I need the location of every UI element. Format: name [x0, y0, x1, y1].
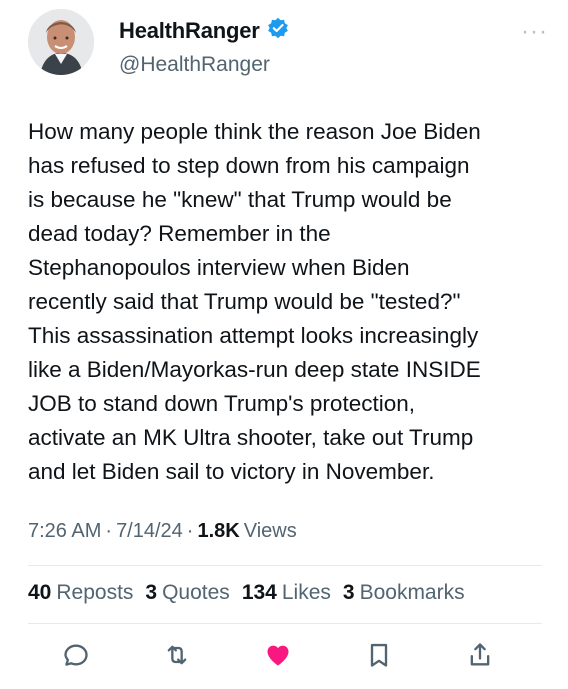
author-name[interactable]: HealthRanger — [119, 18, 260, 44]
engagement-stats: 40 Reposts 3 Quotes 134 Likes 3 Bookmarks — [28, 581, 465, 605]
tweet-header: HealthRanger @HealthRanger ··· — [28, 9, 548, 79]
views-label: Views — [243, 520, 297, 542]
reply-icon — [64, 644, 88, 666]
bookmark-icon — [370, 643, 388, 667]
bookmarks-stat[interactable]: 3 Bookmarks — [343, 581, 465, 605]
more-options-icon[interactable]: ··· — [521, 18, 548, 46]
likes-stat[interactable]: 134 Likes — [242, 581, 331, 605]
tweet-text: How many people think the reason Joe Bid… — [28, 119, 481, 484]
author-handle[interactable]: @HealthRanger — [119, 53, 270, 77]
divider — [28, 565, 542, 566]
author-name-row[interactable]: HealthRanger — [119, 16, 290, 45]
reply-button[interactable] — [58, 637, 94, 673]
meta-separator: · — [105, 520, 113, 542]
tweet-date[interactable]: 7/14/24 — [116, 520, 183, 543]
profile-photo-icon — [28, 9, 94, 75]
divider — [28, 623, 542, 624]
share-icon — [470, 643, 490, 666]
like-button[interactable] — [260, 637, 296, 673]
reposts-stat[interactable]: 40 Reposts — [28, 581, 133, 605]
tweet-actions — [58, 637, 498, 673]
quotes-stat[interactable]: 3 Quotes — [145, 581, 229, 605]
verified-badge-icon — [266, 16, 290, 45]
meta-separator: · — [186, 520, 194, 542]
avatar[interactable] — [28, 9, 94, 75]
tweet-meta: 7:26 AM · 7/14/24 · 1.8K Views — [28, 520, 297, 543]
bookmark-button[interactable] — [361, 637, 397, 673]
views-count[interactable]: 1.8K — [197, 520, 239, 543]
share-button[interactable] — [462, 637, 498, 673]
repost-button[interactable] — [159, 637, 195, 673]
tweet-time[interactable]: 7:26 AM — [28, 520, 101, 543]
heart-icon — [267, 645, 289, 666]
repost-icon — [167, 645, 187, 665]
